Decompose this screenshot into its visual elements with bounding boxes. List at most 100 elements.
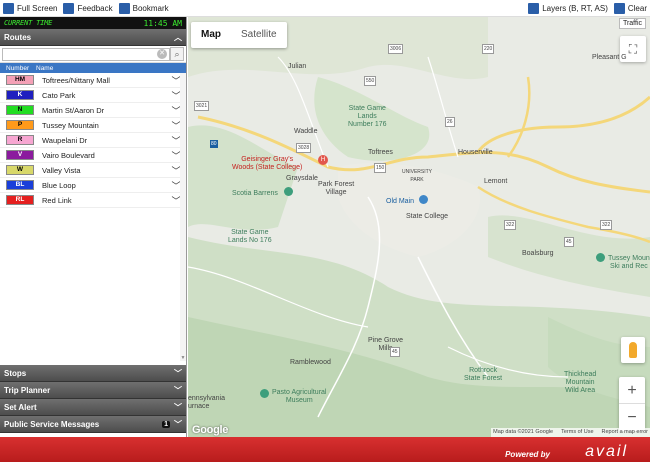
report-map-error-link[interactable]: Report a map error	[602, 428, 648, 437]
route-name: Tussey Mountain	[42, 120, 99, 130]
map-attribution: Map data ©2021 Google Terms of Use Repor…	[491, 428, 650, 437]
route-shield: 3028	[296, 143, 312, 153]
map-label-tussey: Tussey Moun Ski and Rec	[608, 255, 650, 270]
route-badge: N	[6, 105, 34, 115]
full-screen-button[interactable]: Full Screen	[0, 0, 60, 17]
scroll-down-arrow-icon[interactable]: ▼	[180, 355, 186, 361]
map-label-rothrock: Rothrock State Forest	[464, 367, 503, 382]
bookmark-label: Bookmark	[132, 3, 169, 13]
powered-by-label: Powered by	[505, 450, 550, 459]
chevron-up-icon: ︿	[174, 32, 182, 42]
museum-marker-icon[interactable]	[260, 389, 269, 398]
map-label-univpark: UNIVERSITY PARK	[402, 169, 433, 183]
route-list: HM Toftrees/Nittany Mall ﹀ K Cato Park ﹀ N Mart…	[0, 73, 186, 361]
map-label-ramblewood: Ramblewood	[290, 359, 331, 366]
route-name: Vairo Boulevard	[42, 150, 95, 160]
map-label-scotia: Scotia Barrens	[232, 190, 278, 197]
bookmark-button[interactable]: Bookmark	[116, 0, 172, 17]
route-name: Valley Vista	[42, 165, 81, 175]
map-label-parkforest: Park Forest Village	[318, 181, 355, 196]
route-search-input[interactable]	[2, 47, 170, 61]
route-name: Red Link	[42, 195, 72, 205]
map-label-geisinger: Geisinger Gray's Woods (State College)	[232, 156, 303, 171]
map-label-lemont: Lemont	[484, 178, 508, 185]
footer-bar: Powered by avail	[0, 437, 650, 462]
zoom-control: + −	[619, 377, 645, 431]
route-badge: V	[6, 150, 34, 160]
traffic-button[interactable]: Traffic	[618, 18, 646, 29]
map-label-sgl176b: State Game Lands No 176	[228, 229, 272, 244]
stops-section-header[interactable]: Stops ﹀	[0, 365, 186, 382]
set-alert-title: Set Alert	[4, 402, 37, 412]
panel-sections: Stops ﹀ Trip Planner ﹀ Set Alert ﹀ Publi…	[0, 365, 186, 433]
map-data-attribution: Map data ©2021 Google	[493, 429, 554, 435]
envelope-icon	[63, 2, 75, 14]
clock-bar: CURRENT TIME 11:45 AM	[0, 17, 186, 29]
route-row[interactable]: N Martin St/Aaron Dr ﹀	[0, 103, 186, 118]
zoom-out-button[interactable]: −	[619, 404, 645, 431]
avail-logo: avail	[585, 443, 628, 460]
current-time-label: CURRENT TIME	[4, 19, 53, 27]
map-view[interactable]: Map Satellite Traffic ⛶ Julian Pleasant …	[188, 17, 650, 437]
stops-title: Stops	[4, 368, 27, 378]
route-row[interactable]: BL Blue Loop ﹀	[0, 178, 186, 193]
route-name: Martin St/Aaron Dr	[42, 105, 105, 115]
route-list-scrollbar[interactable]: ▼	[180, 73, 186, 361]
name-column-header: Name	[36, 64, 54, 72]
trip-planner-section-header[interactable]: Trip Planner ﹀	[0, 382, 186, 399]
zoom-in-button[interactable]: +	[619, 377, 645, 404]
top-toolbar: Full Screen Feedback Bookmark Layers (B,…	[0, 0, 650, 17]
route-row[interactable]: HM Toftrees/Nittany Mall ﹀	[0, 73, 186, 88]
route-row[interactable]: V Vairo Boulevard ﹀	[0, 148, 186, 163]
layers-button[interactable]: Layers (B, RT, AS)	[525, 0, 611, 17]
route-search-row: ✕ ⌕	[0, 46, 186, 63]
map-label-pasto: Pasto Agricultural Museum	[272, 389, 327, 404]
landmark-marker-icon[interactable]	[419, 195, 428, 204]
route-shield: 150	[374, 163, 387, 173]
map-label-boalsburg: Boalsburg	[522, 250, 554, 257]
terms-of-use-link[interactable]: Terms of Use	[561, 428, 593, 437]
search-icon[interactable]: ⌕	[170, 47, 184, 61]
map-label-oldmain: Old Main	[386, 198, 415, 205]
route-shield: 322	[504, 220, 517, 230]
feedback-button[interactable]: Feedback	[60, 0, 115, 17]
park-marker-icon[interactable]	[596, 253, 605, 262]
route-shield: 220	[482, 44, 495, 54]
psm-count-badge: 1	[162, 420, 170, 428]
map-label-julian: Julian	[288, 63, 307, 70]
route-name: Waupelani Dr	[42, 135, 88, 145]
map-type-control: Map Satellite	[191, 22, 287, 48]
route-badge: P	[6, 120, 34, 130]
chevron-down-icon: ﹀	[174, 419, 182, 429]
clear-x-icon	[613, 2, 625, 14]
map-label-thickhead: Thickhead Mountain Wild Area	[564, 371, 597, 394]
layers-label: Layers (B, RT, AS)	[542, 3, 608, 13]
map-label-houserville: Houserville	[458, 149, 493, 156]
bookmark-icon	[118, 2, 130, 14]
map-tab[interactable]: Map	[191, 22, 231, 48]
route-row[interactable]: R Waupelani Dr ﹀	[0, 133, 186, 148]
route-name: Cato Park	[42, 90, 76, 100]
set-alert-section-header[interactable]: Set Alert ﹀	[0, 399, 186, 416]
route-row[interactable]: W Valley Vista ﹀	[0, 163, 186, 178]
route-row[interactable]: K Cato Park ﹀	[0, 88, 186, 103]
routes-section-header[interactable]: Routes ︿	[0, 29, 186, 46]
map-label-toftrees: Toftrees	[368, 149, 393, 156]
route-badge: RL	[6, 195, 34, 205]
park-marker-icon[interactable]	[284, 187, 293, 196]
fullscreen-icon	[3, 2, 14, 14]
route-row[interactable]: P Tussey Mountain ﹀	[0, 118, 186, 133]
route-shield: 3006	[388, 44, 404, 54]
psm-section-header[interactable]: Public Service Messages 1 ﹀	[0, 416, 186, 433]
satellite-tab[interactable]: Satellite	[231, 22, 287, 48]
street-view-pegman-icon[interactable]	[621, 337, 645, 363]
clear-search-icon[interactable]: ✕	[157, 49, 167, 59]
route-column-headers: Number Name	[0, 63, 186, 73]
route-row[interactable]: RL Red Link ﹀	[0, 193, 186, 208]
route-badge: W	[6, 165, 34, 175]
clear-button[interactable]: Clear	[611, 0, 650, 17]
left-panel: CURRENT TIME 11:45 AM Routes ︿ ✕ ⌕ Numbe…	[0, 17, 187, 437]
hospital-marker-icon[interactable]: H	[318, 155, 328, 165]
number-column-header: Number	[6, 64, 30, 72]
route-shield: 322	[600, 220, 613, 230]
